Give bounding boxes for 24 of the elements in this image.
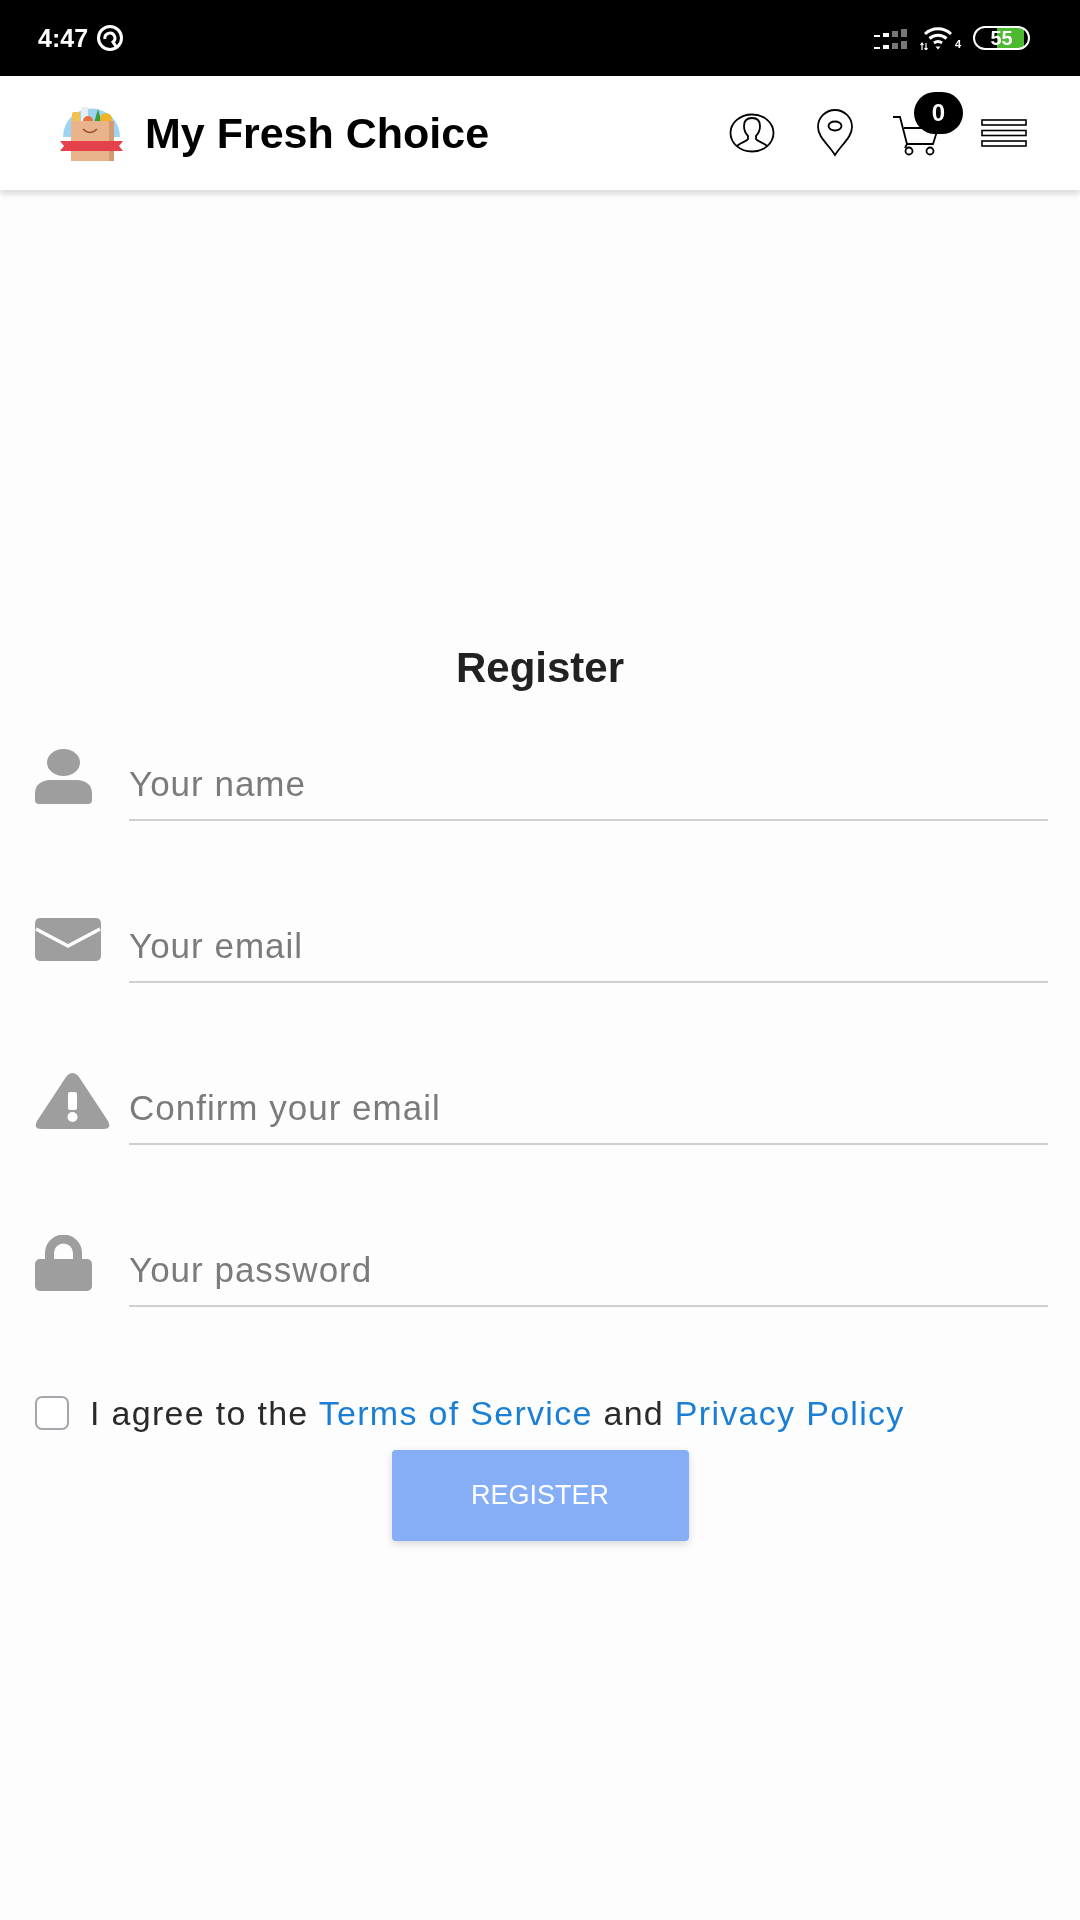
network-type-label: 4 <box>954 39 961 50</box>
text-link[interactable]: Terms of Service <box>318 1394 593 1432</box>
swirl-circle-icon <box>96 24 125 52</box>
app-title: My Fresh Choice <box>145 111 490 155</box>
status-time: 4:47 <box>38 25 89 51</box>
lock-icon <box>35 1235 92 1291</box>
name-field[interactable]: Your name <box>129 749 1048 821</box>
cart-count-badge: 0 <box>914 92 963 134</box>
password-field[interactable]: Your password <box>129 1235 1048 1307</box>
text-link[interactable]: Privacy Policy <box>674 1394 905 1432</box>
cart-button[interactable]: 0 <box>892 92 963 156</box>
envelope-icon <box>35 918 101 961</box>
signal-bars-icon <box>873 27 910 49</box>
email-field[interactable]: Your email <box>129 911 1048 983</box>
location-button[interactable] <box>816 109 854 157</box>
form-title: Register <box>455 644 625 692</box>
wifi-icon <box>919 26 954 50</box>
warning-triangle-icon <box>35 1073 110 1129</box>
person-icon <box>35 749 92 805</box>
account-button[interactable] <box>729 113 775 153</box>
menu-button[interactable] <box>981 119 1027 147</box>
confirm-email-field[interactable]: Confirm your email <box>129 1073 1048 1145</box>
agreement-text: I agree to the Terms of Service and Privacy Policy <box>90 1393 905 1433</box>
agree-checkbox[interactable] <box>35 1396 69 1430</box>
